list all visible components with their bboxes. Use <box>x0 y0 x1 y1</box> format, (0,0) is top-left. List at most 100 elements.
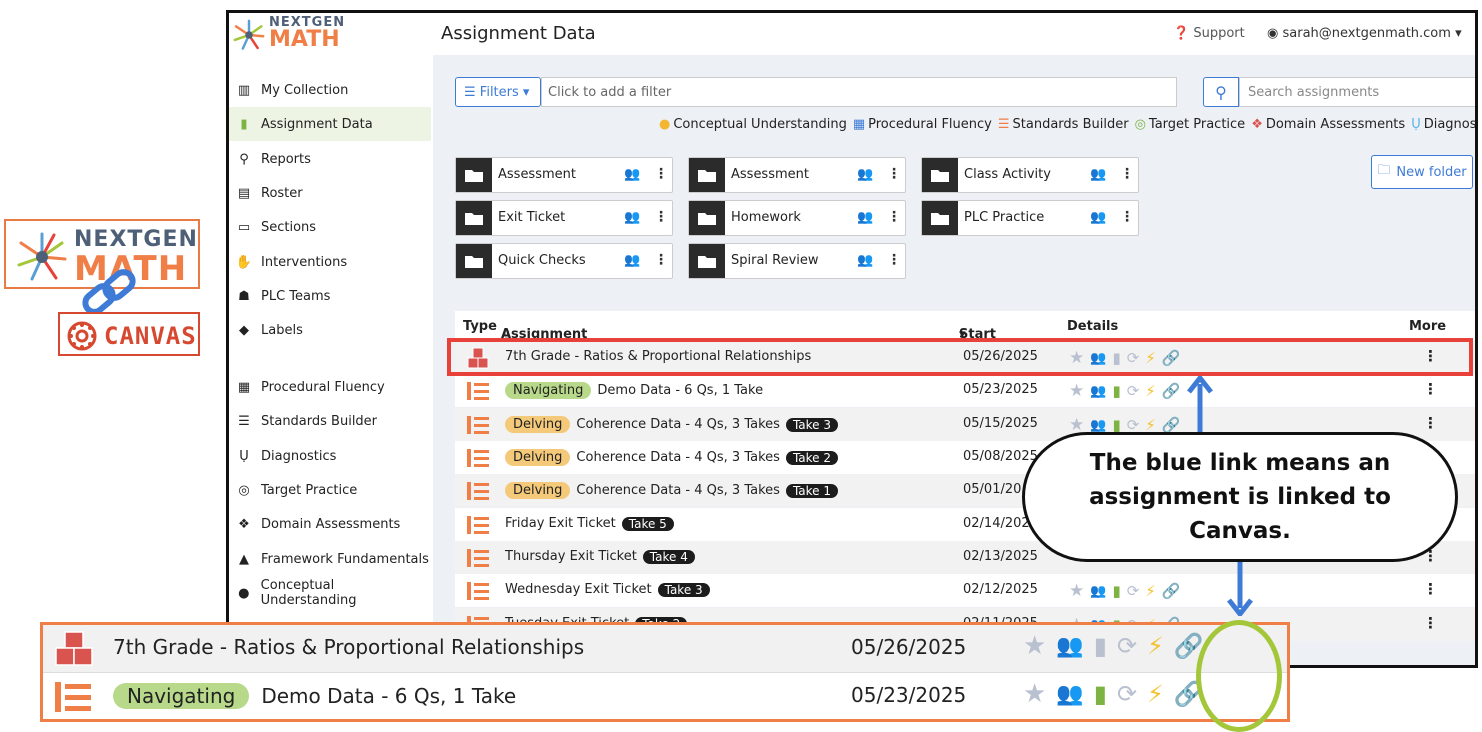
table-row[interactable]: Wednesday Exit Ticket Take 3 02/12/2025 ★ … <box>455 574 1475 607</box>
search-input[interactable]: Search assignments <box>1239 77 1475 107</box>
refresh-icon[interactable]: ⟳ <box>1127 582 1140 600</box>
refresh-icon[interactable]: ⟳ <box>1117 680 1137 708</box>
page-title: Assignment Data <box>441 23 596 44</box>
bar-chart-icon[interactable]: ▮ <box>1094 680 1107 708</box>
sidebar-item-label: Reports <box>261 151 311 167</box>
kebab-menu-icon[interactable]: ⋮ <box>1423 380 1438 398</box>
bolt-icon[interactable]: ⚡ <box>1145 382 1156 400</box>
take-badge: Take 5 <box>621 516 674 531</box>
kebab-menu-icon[interactable]: ⋮ <box>654 209 668 225</box>
star-icon[interactable]: ★ <box>1069 381 1084 401</box>
sidebar-item-framework-fundamentals[interactable]: ▲ Framework Fundamentals <box>229 542 431 576</box>
row-title: Friday Exit Ticket <box>505 516 616 531</box>
folder-icon <box>922 158 958 192</box>
users-icon[interactable]: 👥 <box>1090 384 1106 399</box>
refresh-icon[interactable]: ⟳ <box>1117 632 1137 660</box>
users-icon[interactable]: 👥 <box>1090 418 1106 433</box>
support-link[interactable]: ❓ Support <box>1173 26 1245 41</box>
sidebar-item-interventions[interactable]: ✋ Interventions <box>229 245 431 279</box>
kebab-menu-icon[interactable]: ⋮ <box>1423 614 1438 632</box>
bar-chart-icon[interactable]: ▮ <box>1112 582 1120 600</box>
row-date: 05/01/20 <box>963 482 1022 497</box>
kebab-menu-icon[interactable]: ⋮ <box>887 252 901 268</box>
sidebar-item-assignment-data[interactable]: ▮ Assignment Data <box>229 107 431 141</box>
legend-item: ☰ Standards Builder <box>998 117 1129 132</box>
user-menu[interactable]: ◉ sarah@nextgenmath.com ▾ <box>1267 26 1462 41</box>
sidebar-item-reports[interactable]: ⚲ Reports <box>229 142 431 176</box>
kebab-menu-icon[interactable]: ⋮ <box>887 209 901 225</box>
sidebar-item-procedural-fluency[interactable]: ▦ Procedural Fluency <box>229 370 431 404</box>
sidebar-item-plc-teams[interactable]: ☗ PLC Teams <box>229 279 431 313</box>
sidebar-item-sections[interactable]: ▭ Sections <box>229 210 431 244</box>
row-title: Thursday Exit Ticket <box>505 549 637 564</box>
kebab-menu-icon[interactable]: ⋮ <box>1120 166 1134 182</box>
folder-name: PLC Practice <box>964 210 1045 225</box>
column-type[interactable]: Type <box>463 319 497 334</box>
search-button[interactable]: ⚲ <box>1203 77 1239 107</box>
sidebar-item-domain-assessments[interactable]: ❖ Domain Assessments <box>229 507 431 541</box>
zoom-row[interactable]: Navigating Demo Data - 6 Qs, 1 Take 05/23… <box>43 672 1287 719</box>
sidebar-item-label: Roster <box>261 185 303 201</box>
folder-card[interactable]: PLC Practice 👥 ⋮ <box>921 200 1139 236</box>
folder-name: Homework <box>731 210 801 225</box>
new-folder-button[interactable]: 🗀 New folder <box>1371 155 1473 189</box>
folder-card[interactable]: Assessment 👥 ⋮ <box>688 157 906 193</box>
folder-card[interactable]: Exit Ticket 👥 ⋮ <box>455 200 673 236</box>
bolt-icon[interactable]: ⚡ <box>1145 582 1156 600</box>
tag-icon: ◆ <box>239 322 249 338</box>
sidebar-item-roster[interactable]: ▤ Roster <box>229 176 431 210</box>
row-date: 05/26/2025 <box>851 635 967 659</box>
grid-icon: ▦ <box>237 379 251 395</box>
sidebar-item-labels[interactable]: ◆ Labels <box>229 313 431 347</box>
sidebar-item-target-practice[interactable]: ◎ Target Practice <box>229 473 431 507</box>
folder-card[interactable]: Class Activity 👥 ⋮ <box>921 157 1139 193</box>
kebab-menu-icon[interactable]: ⋮ <box>654 166 668 182</box>
bolt-icon[interactable]: ⚡ <box>1147 632 1164 660</box>
stethoscope-icon: Ụ <box>1411 117 1421 132</box>
bar-chart-icon[interactable]: ▮ <box>1094 632 1107 660</box>
link-icon[interactable]: 🔗 <box>1162 582 1181 600</box>
folder-card[interactable]: Spiral Review 👥 ⋮ <box>688 243 906 279</box>
folder-name: Exit Ticket <box>498 210 566 225</box>
arrow-down-icon <box>1227 560 1253 616</box>
shared-users-icon: 👥 <box>1090 210 1107 225</box>
users-icon[interactable]: 👥 <box>1056 634 1083 659</box>
folder-card[interactable]: Homework 👥 ⋮ <box>688 200 906 236</box>
folder-card[interactable]: Assessment 👥 ⋮ <box>455 157 673 193</box>
filter-input[interactable]: Click to add a filter <box>541 77 1177 107</box>
sidebar-item-standards-builder[interactable]: ☰ Standards Builder <box>229 404 431 438</box>
canvas-text: CANVAS <box>104 322 197 350</box>
kebab-menu-icon[interactable]: ⋮ <box>1423 580 1438 598</box>
sidebar-logo[interactable]: NEXTGEN MATH <box>233 15 353 55</box>
kebab-menu-icon[interactable]: ⋮ <box>654 252 668 268</box>
filters-button[interactable]: ☰ Filters ▾ <box>455 77 541 107</box>
sidebar-item-conceptual-understanding[interactable]: ● Conceptual Understanding <box>229 576 431 610</box>
zoom-row[interactable]: 7th Grade - Ratios & Proportional Relati… <box>43 625 1287 672</box>
bar-chart-icon[interactable]: ▮ <box>1112 382 1120 400</box>
star-icon[interactable]: ★ <box>1023 679 1046 709</box>
star-icon[interactable]: ★ <box>1069 581 1084 601</box>
bulb-icon: ● <box>659 117 671 132</box>
folder-name: Assessment <box>731 167 809 182</box>
team-icon: ☗ <box>238 288 250 304</box>
bolt-icon[interactable]: ⚡ <box>1147 680 1164 708</box>
row-title: Demo Data - 6 Qs, 1 Take <box>597 383 764 398</box>
caret-down-icon: ▾ <box>518 84 530 100</box>
table-row[interactable]: Navigating Demo Data - 6 Qs, 1 Take 05/23/… <box>455 374 1475 407</box>
kebab-menu-icon[interactable]: ⋮ <box>1423 414 1438 432</box>
folder-card[interactable]: Quick Checks 👥 ⋮ <box>455 243 673 279</box>
link-icon[interactable]: 🔗 <box>1162 382 1181 400</box>
kebab-menu-icon[interactable]: ⋮ <box>1120 209 1134 225</box>
help-icon: ❓ <box>1173 26 1194 41</box>
kebab-menu-icon[interactable]: ⋮ <box>887 166 901 182</box>
books-icon: ▥ <box>237 82 251 98</box>
refresh-icon[interactable]: ⟳ <box>1127 382 1140 400</box>
star-icon[interactable]: ★ <box>1023 631 1046 661</box>
sidebar-item-diagnostics[interactable]: Ụ Diagnostics <box>229 439 431 473</box>
users-icon[interactable]: 👥 <box>1090 584 1106 599</box>
sidebar-item-my-collection[interactable]: ▥ My Collection <box>229 73 431 107</box>
stethoscope-icon: Ụ <box>239 448 249 464</box>
users-icon[interactable]: 👥 <box>1056 682 1083 707</box>
row-title: 7th Grade - Ratios & Proportional Relati… <box>113 635 585 659</box>
legend-label: Target Practice <box>1148 117 1246 132</box>
